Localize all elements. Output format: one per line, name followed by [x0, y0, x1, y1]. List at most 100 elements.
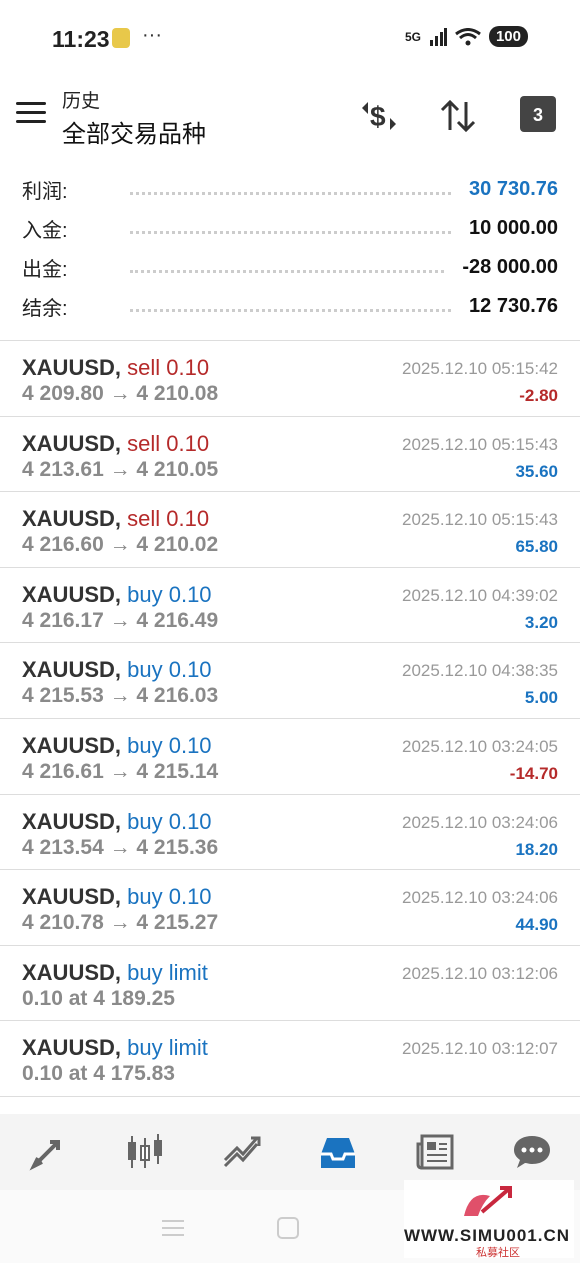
deal-row[interactable]: XAUUSD, buy 0.10 4 216.61 → 4 215.14 2025.…: [0, 717, 580, 794]
deal-symbol: XAUUSD,: [22, 657, 122, 683]
deal-time: 2025.12.10 04:39:02: [402, 585, 558, 605]
deal-profit: -14.70: [509, 763, 558, 783]
deal-row[interactable]: XAUUSD, sell 0.10 4 216.60 → 4 210.02 2025…: [0, 491, 580, 567]
deal-symbol-line: XAUUSD, buy limit: [22, 960, 208, 986]
deal-symbol-line: XAUUSD, buy 0.10: [22, 884, 212, 910]
deal-row[interactable]: XAUUSD, buy 0.10 4 210.78 → 4 215.27 2025.…: [0, 869, 580, 945]
deal-symbol: XAUUSD,: [22, 1035, 122, 1061]
deal-symbol: XAUUSD,: [22, 581, 122, 607]
deal-row[interactable]: XAUUSD, buy limit 0.10 at 4 175.83 2025.12…: [0, 1020, 580, 1096]
summary-value: 12 730.76: [469, 295, 558, 317]
menu-icon[interactable]: [16, 102, 46, 126]
deal-symbol: XAUUSD,: [22, 732, 122, 758]
deal-row[interactable]: XAUUSD, buy limit 0.10 at 4 189.25 2025.12…: [0, 944, 580, 1021]
battery-indicator: 100: [488, 26, 528, 47]
watermark-logo: [464, 1186, 512, 1216]
quotes-icon: [29, 1140, 61, 1171]
deal-side: sell 0.10: [127, 506, 210, 532]
deal-time: 2025.12.10 05:15:43: [402, 434, 558, 454]
chart-icon: [127, 1134, 162, 1168]
deal-prices: 4 213.54 → 4 215.36: [22, 835, 219, 859]
deal-symbol-line: XAUUSD, buy 0.10: [22, 657, 212, 683]
deal-symbol: XAUUSD,: [22, 808, 122, 834]
deal-symbol: XAUUSD,: [22, 884, 122, 910]
deal-time: 2025.12.10 03:12:06: [402, 963, 558, 983]
app-notification-icon: [112, 28, 130, 48]
deal-profit: 65.80: [515, 537, 558, 557]
dotted-leader: [130, 270, 445, 273]
watermark-text: WWW.SIMU001.CN: [403, 1226, 570, 1245]
history-icon: [321, 1138, 356, 1168]
deal-time: 2025.12.10 05:15:42: [402, 359, 558, 378]
deal-symbol-line: XAUUSD, sell 0.10: [22, 431, 209, 457]
deal-symbol: XAUUSD,: [22, 506, 122, 532]
nav-news[interactable]: [405, 1127, 465, 1177]
home-icon[interactable]: [276, 1216, 300, 1240]
deal-time: 2025.12.10 03:24:06: [402, 888, 558, 908]
svg-text:$: $: [370, 101, 386, 132]
deal-side: buy 0.10: [127, 808, 212, 834]
deal-row[interactable]: XAUUSD, sell 0.10 4 213.61 → 4 210.05 2025…: [0, 415, 580, 492]
summary-label: 入金:: [22, 220, 68, 242]
nav-history[interactable]: [308, 1127, 368, 1177]
summary-row: 利润: 30 730.76: [0, 170, 580, 209]
nav-trade[interactable]: [212, 1127, 272, 1177]
deal-prices: 4 216.17 → 4 216.49: [22, 608, 219, 632]
deal-symbol-line: XAUUSD, buy 0.10: [22, 733, 212, 759]
deal-profit: 3.20: [524, 612, 558, 632]
wifi-icon: [455, 27, 481, 45]
app-header: 历史 全部交易品种 $ 3: [0, 78, 580, 164]
nav-quotes[interactable]: [18, 1127, 78, 1177]
more-notifications: ···: [142, 24, 162, 46]
recent-apps-icon[interactable]: [160, 1218, 186, 1238]
nav-messages[interactable]: [502, 1127, 562, 1177]
deal-side: buy 0.10: [127, 884, 212, 910]
dotted-leader: [130, 231, 452, 234]
calendar-icon[interactable]: 3: [520, 96, 556, 132]
nav-chart[interactable]: [115, 1127, 175, 1177]
network-label: 5G: [404, 29, 421, 44]
deal-row[interactable]: XAUUSD, sell 0.10 4 209.80 → 4 210.08 2025…: [0, 340, 580, 416]
deal-symbol-line: XAUUSD, sell 0.10: [22, 355, 209, 381]
deal-profit: 18.20: [515, 839, 558, 859]
deal-row[interactable]: XAUUSD, buy 0.10 4 213.54 → 4 215.36 2025.…: [0, 793, 580, 870]
deal-prices: 4 209.80 → 4 210.08: [22, 382, 219, 405]
deal-side: buy 0.10: [127, 581, 212, 607]
deal-row[interactable]: XAUUSD, buy 0.10 4 216.17 → 4 216.49 2025.…: [0, 566, 580, 643]
deal-symbol: XAUUSD,: [22, 355, 122, 380]
news-icon: [416, 1134, 454, 1170]
deal-profit: 44.90: [515, 915, 558, 935]
summary-row: 结余: 12 730.76: [0, 287, 580, 326]
deal-side: buy limit: [127, 1035, 208, 1061]
deal-time: 2025.12.10 03:12:07: [402, 1039, 558, 1059]
deal-symbol: XAUUSD,: [22, 959, 122, 985]
deal-symbol-line: XAUUSD, buy limit: [22, 1035, 208, 1061]
deals-list: XAUUSD, sell 0.10 4 209.80 → 4 210.08 2025…: [0, 340, 580, 1116]
deal-symbol: XAUUSD,: [22, 430, 122, 456]
messages-icon: [513, 1136, 550, 1168]
status-bar: 11:23 ··· 5G 100: [0, 0, 580, 78]
deal-symbol-line: XAUUSD, buy 0.10: [22, 809, 212, 835]
deal-symbol-line: XAUUSD, sell 0.10: [22, 506, 209, 532]
summary-value: 30 730.76: [469, 178, 558, 200]
deal-prices: 0.10 at 4 189.25: [22, 986, 175, 1010]
watermark-subtitle: 私募社区: [476, 1247, 520, 1259]
header-title[interactable]: 全部交易品种: [62, 114, 206, 149]
deal-prices: 4 215.53 → 4 216.03: [22, 684, 219, 708]
deal-row[interactable]: XAUUSD, buy 0.10 4 215.53 → 4 216.03 2025.…: [0, 642, 580, 718]
sort-icon[interactable]: [438, 96, 478, 136]
deal-prices: 4 216.60 → 4 210.02: [22, 533, 219, 557]
dotted-leader: [130, 309, 452, 312]
summary-label: 结余:: [22, 298, 68, 320]
deal-row-partial: [0, 1095, 580, 1116]
trade-icon: [223, 1136, 261, 1168]
summary-section: 利润: 30 730.76 入金: 10 000.00 出金: -28 000.…: [0, 170, 580, 326]
calendar-day: 3: [532, 105, 543, 125]
dollar-exchange-icon[interactable]: $: [358, 96, 400, 136]
summary-row: 出金: -28 000.00: [0, 248, 580, 287]
deal-symbol-line: XAUUSD, buy 0.10: [22, 582, 212, 608]
deal-time: 2025.12.10 05:15:43: [402, 510, 558, 530]
summary-label: 出金:: [22, 259, 68, 281]
deal-profit: 35.60: [515, 461, 558, 481]
deal-time: 2025.12.10 04:38:35: [402, 661, 558, 681]
